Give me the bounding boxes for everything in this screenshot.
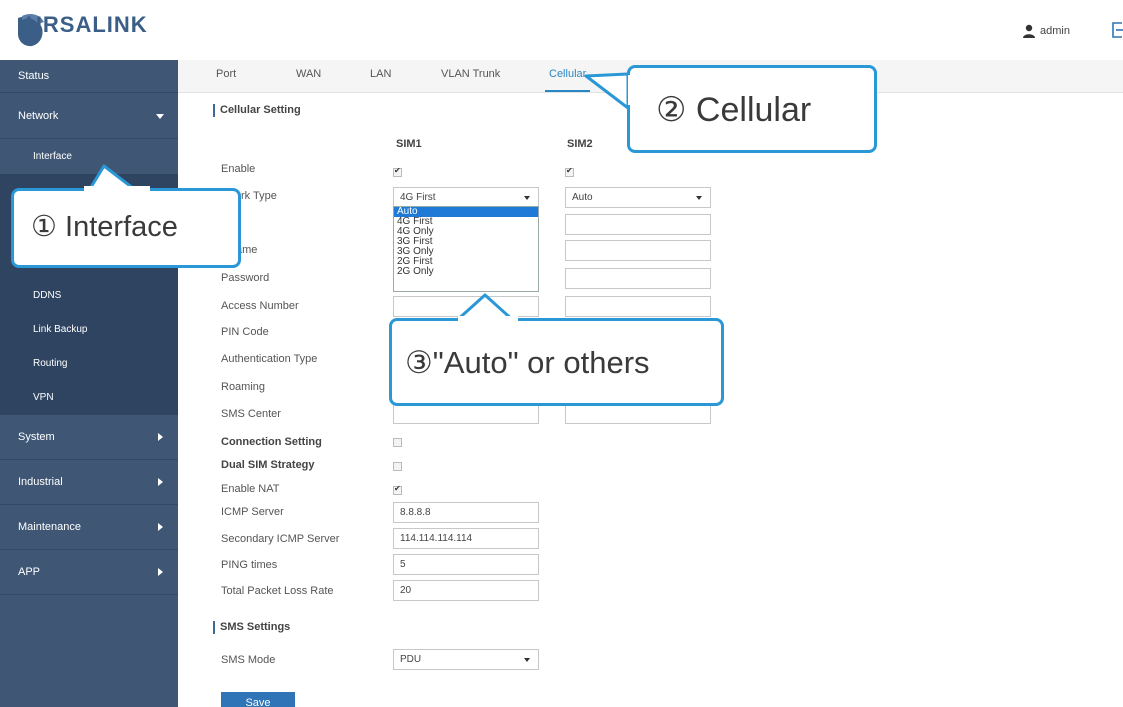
connection-setting-checkbox[interactable] [393,438,402,447]
select-value: Auto [572,192,593,203]
sidebar-item-app[interactable]: APP [0,550,178,595]
col-sim2: SIM2 [567,138,593,150]
callout-auto-joint [458,316,518,322]
sim2-apn-input[interactable] [565,214,711,235]
sidebar-item-link-backup[interactable]: Link Backup [0,313,178,347]
header: URSALINK admin [0,0,1123,60]
sms-settings-title: SMS Settings [213,621,290,634]
icmp-server-label: ICMP Server [221,506,284,518]
sms-mode-select[interactable]: PDU [393,649,539,670]
sidebar-item-label: System [18,431,55,443]
sim2-access-number-input[interactable] [565,296,711,317]
sim1-enable-checkbox[interactable] [393,166,402,177]
chevron-down-icon [524,658,530,662]
auth-type-label: Authentication Type [221,353,318,365]
sim2-network-type-select[interactable]: Auto [565,187,711,208]
access-number-label: Access Number [221,300,299,312]
sidebar-item-routing[interactable]: Routing [0,347,178,381]
password-label: Password [221,272,270,284]
sidebar-item-label: Routing [33,358,68,369]
sidebar-item-label: APP [18,566,41,578]
pin-code-label: PIN Code [221,326,269,338]
ping-times-input[interactable]: 5 [393,554,539,575]
network-type-label: rk Type [241,190,277,202]
sidebar-item-industrial[interactable]: Industrial [0,460,178,505]
sidebar-item-label: Link Backup [33,324,88,335]
secondary-icmp-input[interactable]: 114.114.114.114 [393,528,539,549]
secondary-icmp-label: Secondary ICMP Server [221,533,340,545]
sim2-sms-center-input[interactable] [565,403,711,424]
logout-icon[interactable] [1110,20,1123,40]
sidebar-item-label: Interface [33,151,72,162]
chevron-right-icon [158,433,163,441]
sidebar-item-label: Status [18,70,50,82]
callout-auto: ③"Auto" or others [389,318,724,406]
sidebar-item-label: Network [18,110,59,122]
dual-sim-label: Dual SIM Strategy [221,459,315,471]
tab-cellular[interactable]: Cellular [549,68,586,80]
callout-cellular-text: ② Cellular [656,91,812,129]
callout-interface: ① Interface [11,188,241,268]
ping-times-label: PING times [221,559,278,571]
chevron-down-icon [696,196,702,200]
roaming-label: Roaming [221,381,266,393]
tab-port[interactable]: Port [216,68,236,80]
username: admin [1040,25,1070,37]
chevron-down-icon [524,196,530,200]
packet-loss-label: Total Packet Loss Rate [221,585,334,597]
user-menu[interactable]: admin [1022,24,1070,38]
user-icon [1023,24,1035,38]
col-sim1: SIM1 [396,138,422,150]
callout-cellular-pointer [584,72,630,110]
enable-label: Enable [221,163,256,175]
brand-name: URSALINK [26,12,148,37]
sidebar-item-maintenance[interactable]: Maintenance [0,505,178,550]
callout-interface-joint [84,186,150,192]
sidebar-item-label: Maintenance [18,521,81,533]
sim1-network-type-select[interactable]: 4G First [393,187,539,208]
callout-cellular: ② Cellular [627,65,877,153]
tab-wan[interactable]: WAN [296,68,321,80]
sidebar-item-system[interactable]: System [0,415,178,460]
callout-cellular-joint [628,75,634,105]
chevron-down-icon [156,114,164,119]
sidebar-item-label: VPN [33,392,54,403]
dropdown-option[interactable]: 2G Only [394,267,538,277]
tab-lan[interactable]: LAN [370,68,391,80]
enable-nat-checkbox[interactable] [393,484,402,495]
dual-sim-checkbox[interactable] [393,462,402,471]
callout-auto-text: ③"Auto" or others [405,345,650,380]
chevron-right-icon [158,523,163,531]
sidebar: Status Network Interface DDNS Link Backu… [0,60,178,707]
connection-setting-label: Connection Setting [221,436,322,448]
sim1-sms-center-input[interactable] [393,403,539,424]
sidebar-item-status[interactable]: Status [0,60,178,93]
sms-mode-label: SMS Mode [221,654,276,666]
chevron-right-icon [158,568,163,576]
sidebar-item-label: Industrial [18,476,63,488]
packet-loss-input[interactable]: 20 [393,580,539,601]
sidebar-item-network[interactable]: Network [0,94,178,139]
sidebar-item-vpn[interactable]: VPN [0,381,178,415]
save-button[interactable]: Save [221,692,295,707]
enable-nat-label: Enable NAT [221,483,280,495]
sidebar-item-label: DDNS [33,290,62,301]
chevron-right-icon [158,478,163,486]
sim2-password-input[interactable] [565,268,711,289]
callout-interface-text: ① Interface [31,211,178,243]
cellular-setting-title: Cellular Setting [213,104,301,117]
sim2-username-input[interactable] [565,240,711,261]
icmp-server-input[interactable]: 8.8.8.8 [393,502,539,523]
sms-center-label: SMS Center [221,408,281,420]
network-type-dropdown: Auto 4G First 4G Only 3G First 3G Only 2… [393,206,539,292]
select-value: PDU [400,654,422,665]
tab-vlan-trunk[interactable]: VLAN Trunk [441,68,500,80]
sidebar-item-ddns[interactable]: DDNS [0,279,178,313]
sim2-enable-checkbox[interactable] [565,166,574,177]
select-value: 4G First [400,192,436,203]
